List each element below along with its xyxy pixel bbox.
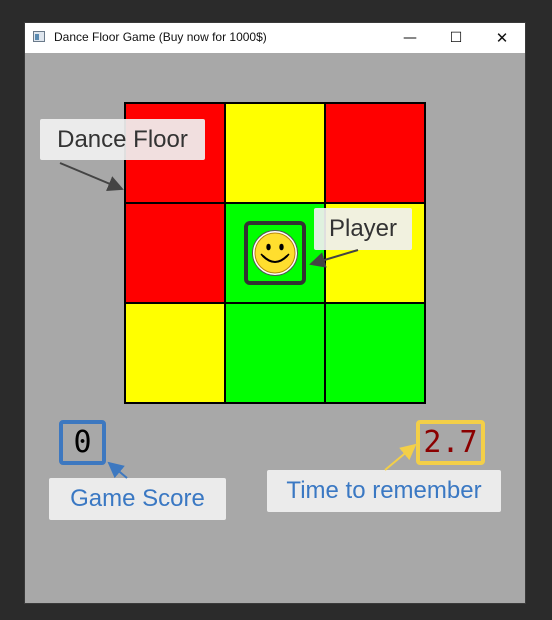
dance-floor-arrow (59, 162, 124, 191)
game-window: Dance Floor Game (Buy now for 1000$) — ☐… (25, 23, 525, 603)
player-arrow (309, 249, 359, 268)
callout-arrows (59, 162, 417, 479)
time-arrow (384, 443, 417, 471)
game-score-arrow (107, 461, 128, 479)
